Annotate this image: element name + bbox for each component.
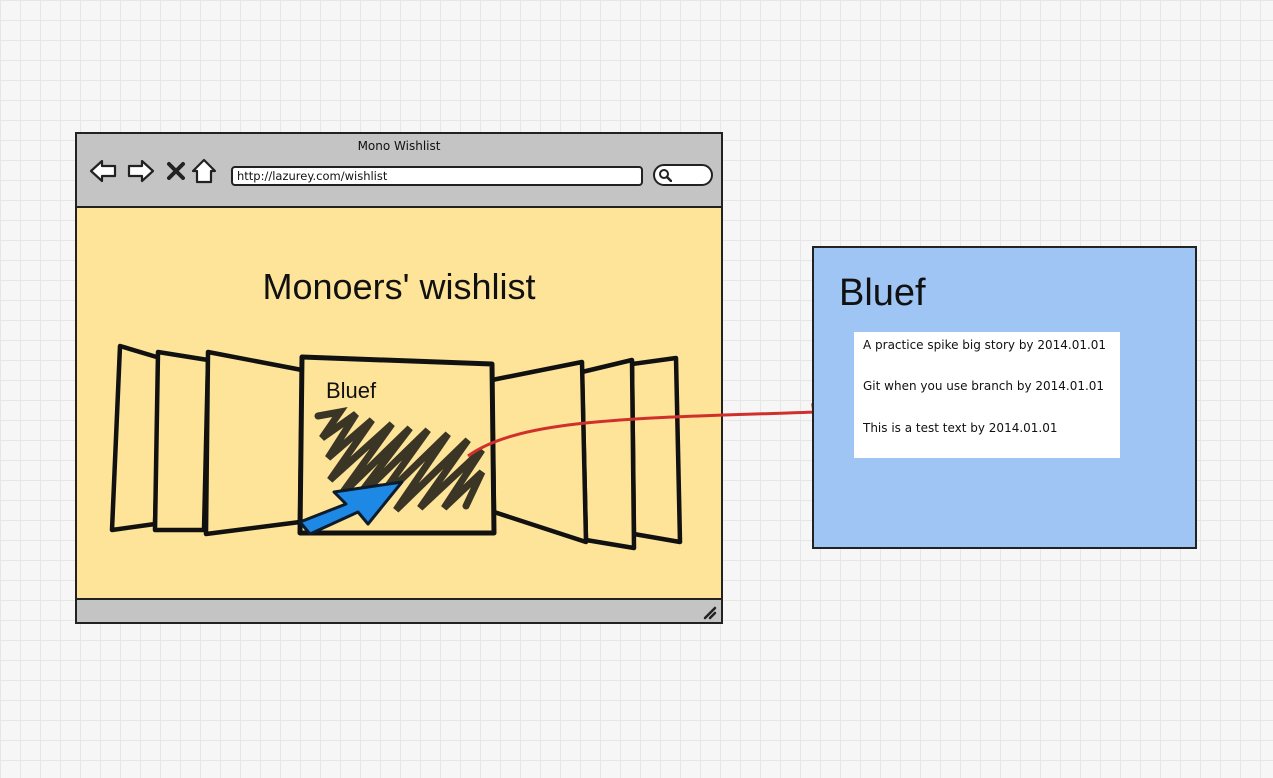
coverflow-card-left-3[interactable] [203,349,305,537]
forward-arrow-icon[interactable] [127,158,155,184]
detail-title: Bluef [839,272,926,314]
search-icon [659,169,672,182]
list-item[interactable]: A practice spike big story by 2014.01.01 [863,338,1106,352]
browser-toolbar: Mono Wishlist http://lazurey.com/wishlis… [77,134,721,208]
coverflow-card-left-1[interactable] [109,343,163,533]
resize-grip-icon[interactable] [701,604,717,620]
back-arrow-icon[interactable] [89,158,117,184]
search-box[interactable] [653,164,713,186]
home-icon[interactable] [191,158,217,184]
coverflow-card-right-3[interactable] [629,355,683,545]
center-card-title: Bluef [326,378,377,403]
close-icon[interactable] [165,158,187,184]
url-bar[interactable]: http://lazurey.com/wishlist [231,166,643,186]
detail-panel: Bluef A practice spike big story by 2014… [812,246,1197,549]
list-item[interactable]: Git when you use branch by 2014.01.01 [863,379,1104,393]
page-heading: Monoers' wishlist [262,266,536,307]
coverflow-card-left-2[interactable] [152,349,211,533]
coverflow-card-right-2[interactable] [579,357,637,551]
browser-statusbar [77,598,721,622]
list-item[interactable]: This is a test text by 2014.01.01 [863,421,1058,435]
detail-list: A practice spike big story by 2014.01.01… [854,332,1120,458]
coverflow-card-right-1[interactable] [489,359,589,545]
window-title: Mono Wishlist [357,139,441,153]
